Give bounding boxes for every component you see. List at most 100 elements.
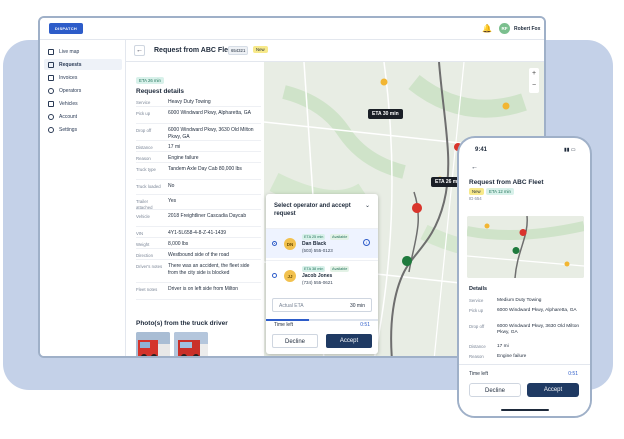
detail-value: No <box>168 183 175 189</box>
time-left-label: Time left <box>274 322 293 328</box>
operator-name: Dan Black <box>302 241 327 247</box>
eta-value: 30 min <box>349 303 365 309</box>
detail-value: 4Y1-5L658-4-8-Z-41-1439 <box>168 230 227 236</box>
chevron-down-icon[interactable]: ⌄ <box>365 202 370 209</box>
detail-row: Distance 17 mi <box>136 144 261 152</box>
sidebar-item-live-map[interactable]: Live map <box>44 46 122 57</box>
page-title: Request from ABC Fleet <box>469 179 544 186</box>
sidebar-item-settings[interactable]: Settings <box>44 124 122 135</box>
page-header: ← Request from ABC Fleet 654321 New <box>126 40 544 62</box>
sidebar-item-label: Settings <box>59 126 78 133</box>
info-icon[interactable]: i <box>363 239 370 246</box>
detail-key: Pick up <box>469 308 484 313</box>
invoice-icon <box>48 74 54 81</box>
bell-icon[interactable]: 🔔 <box>482 24 492 33</box>
zoom-out-button[interactable]: − <box>529 80 539 92</box>
detail-row: Driver's notes There was an accident, the… <box>136 263 261 283</box>
detail-value: 17 mi <box>497 344 509 349</box>
back-button[interactable]: ← <box>134 45 145 56</box>
time-left-value: 0:51 <box>568 371 578 377</box>
decline-button[interactable]: Decline <box>469 383 521 397</box>
operator-card[interactable]: JJ ETA 38 min Available Jacob Jones (734… <box>266 260 378 290</box>
status-time: 9:41 <box>475 147 488 153</box>
status-badge: New <box>469 188 484 195</box>
eta-placeholder: Actual ETA <box>279 303 304 309</box>
detail-key: Driver's notes <box>136 264 163 269</box>
request-id-badge: 654321 <box>228 46 249 55</box>
detail-row: Pick up 6000 Windward Pkwy, Alpharetta, G… <box>136 110 261 124</box>
sidebar-item-operators[interactable]: Operators <box>44 85 122 96</box>
time-left-value: 0:51 <box>360 322 370 328</box>
eta-badge: ETA 12 min <box>486 188 514 195</box>
sidebar-item-label: Live map <box>59 48 80 55</box>
detail-row: Trailer attached Yes <box>136 198 261 210</box>
avatar[interactable]: RF <box>499 23 510 34</box>
back-button[interactable]: ← <box>471 164 478 171</box>
assign-operator-panel: Select operator and accept request ⌄ DN … <box>266 194 378 354</box>
detail-row: Reason Engine failure <box>136 155 261 163</box>
detail-key: Service <box>469 298 484 303</box>
panel-title: Select operator and accept request <box>274 203 351 217</box>
list-icon <box>48 61 54 68</box>
eta-badge: ETA 38 min <box>302 266 326 272</box>
mobile-map[interactable] <box>467 216 584 278</box>
detail-row: Direction Westbound side of the road <box>136 252 261 260</box>
zoom-in-button[interactable]: + <box>529 68 539 80</box>
map-icon <box>48 48 54 55</box>
detail-key: Pick up <box>136 111 151 116</box>
detail-value: 17 mi <box>168 144 181 150</box>
avatar: DN <box>284 238 296 250</box>
gear-icon <box>48 126 54 133</box>
accept-button[interactable]: Accept <box>527 383 579 397</box>
detail-value: 6000 Windward Pkwy, 3630 Old Milton Pkwy… <box>168 127 254 140</box>
map-eta-label: ETA 30 min <box>368 109 403 119</box>
signal-battery-icon: ▮▮ ▭ <box>564 147 576 153</box>
detail-value: 6000 Windward Pkwy, Alpharetta, GA <box>497 308 577 313</box>
operator-radio[interactable] <box>272 273 277 278</box>
detail-key: Drop off <box>136 128 152 133</box>
home-indicator <box>501 409 549 411</box>
detail-value: Westbound side of the road <box>168 252 230 258</box>
detail-key: Reason <box>136 156 151 161</box>
sidebar-item-requests[interactable]: Requests <box>44 59 122 70</box>
truck-photo[interactable] <box>174 332 208 356</box>
sidebar-item-invoices[interactable]: Invoices <box>44 72 122 83</box>
request-id: ID 654 <box>469 196 482 201</box>
account-icon <box>48 113 54 120</box>
detail-row: Weight 8,000 lbs <box>136 241 261 249</box>
accept-button[interactable]: Accept <box>326 334 372 348</box>
page-title: Request from ABC Fleet <box>154 47 235 54</box>
detail-value: 6000 Windward Pkwy, Alpharetta, GA <box>168 110 252 116</box>
detail-row: Truck loaded No <box>136 183 261 195</box>
request-details-panel: ETA 26 min Request details Service Heavy … <box>126 62 264 356</box>
detail-key: Direction <box>136 253 153 258</box>
time-left-bar <box>266 319 378 321</box>
sidebar-item-label: Account <box>59 113 78 120</box>
detail-value: Engine failure <box>497 354 527 359</box>
status-badge: New <box>253 46 268 53</box>
operator-radio[interactable] <box>272 241 277 246</box>
decline-button[interactable]: Decline <box>272 334 318 348</box>
detail-value: Yes <box>168 198 177 204</box>
detail-key: Vehicle <box>136 214 150 219</box>
operator-card[interactable]: DN ETA 25 min Available Dan Black (503) … <box>266 228 378 258</box>
truck-photo[interactable] <box>136 332 170 356</box>
actual-eta-input[interactable]: Actual ETA 30 min <box>272 298 372 312</box>
brand-logo[interactable]: DISPATCH <box>49 23 83 34</box>
zoom-control: + − <box>529 68 539 93</box>
operator-phone: (734) 555-0621 <box>302 280 333 285</box>
user-name[interactable]: Robert Fox <box>514 26 540 32</box>
detail-row: Service Heavy Duty Towing <box>136 99 261 107</box>
detail-row: Drop off 6000 Windward Pkwy, 3630 Old Mil… <box>136 127 261 141</box>
sidebar-item-label: Requests <box>59 61 82 68</box>
sidebar-item-account[interactable]: Account <box>44 111 122 122</box>
detail-value: 8,000 lbs <box>168 241 189 247</box>
detail-key: Drop off <box>469 324 485 329</box>
sidebar-item-label: Operators <box>59 87 82 94</box>
sidebar-item-label: Invoices <box>59 74 78 81</box>
mobile-map-canvas <box>467 216 584 278</box>
avatar: JJ <box>284 270 296 282</box>
detail-key: Trailer attached <box>136 199 153 210</box>
sidebar-item-vehicles[interactable]: Vehicles <box>44 98 122 109</box>
section-heading: Request details <box>136 88 185 95</box>
